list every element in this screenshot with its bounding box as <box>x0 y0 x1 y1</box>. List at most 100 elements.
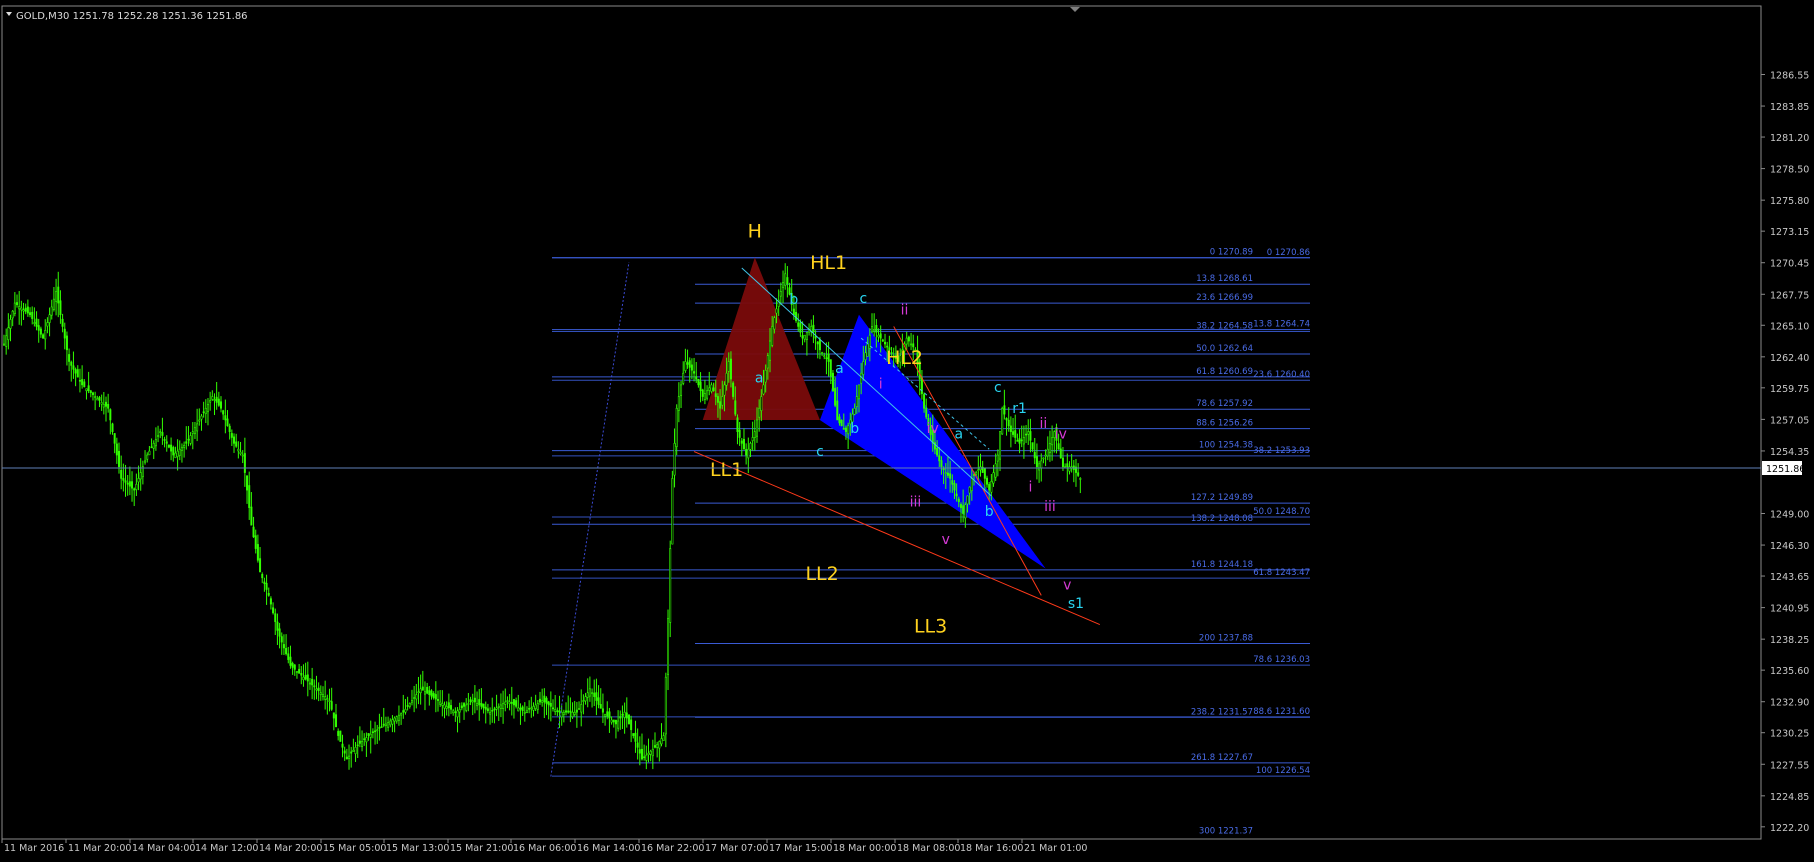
candle-body <box>944 472 947 474</box>
candle-body <box>940 460 943 468</box>
candle-body <box>729 358 732 380</box>
candle-body <box>736 417 739 432</box>
candle-body <box>664 676 667 735</box>
candle-body <box>321 694 324 697</box>
candle-body <box>306 674 309 682</box>
candle-body <box>697 378 700 386</box>
candle-body <box>115 443 118 456</box>
candle-body <box>1031 442 1034 450</box>
candle-body <box>48 314 51 323</box>
candle-body <box>413 697 416 699</box>
candle-body <box>276 621 279 631</box>
wave-label-s1: s1 <box>1068 596 1084 612</box>
candle-body <box>779 291 782 297</box>
candle-body <box>625 712 628 719</box>
candle-body <box>165 441 168 444</box>
candle-body <box>1020 439 1023 442</box>
candle-body <box>467 703 470 705</box>
fib-ext-label: 61.8 1243.47 <box>1253 568 1310 578</box>
candle-body <box>350 751 353 754</box>
candle-body <box>1042 457 1045 460</box>
candle-body <box>102 404 105 408</box>
candle-body <box>16 302 19 306</box>
candle-body <box>482 703 485 709</box>
candle-body <box>61 318 64 327</box>
candle-body <box>957 498 960 503</box>
candle-body <box>159 431 162 433</box>
candle-body <box>419 688 422 694</box>
time-tick-label: 17 Mar 15:00 <box>769 843 832 854</box>
candle-body <box>204 407 207 415</box>
candle-body <box>569 710 572 713</box>
candle-body <box>489 711 492 715</box>
candle-body <box>499 704 502 709</box>
candle-body <box>185 441 188 444</box>
candle-body <box>29 312 32 316</box>
candle-body <box>634 732 637 742</box>
candle-body <box>1044 454 1047 457</box>
candle-body <box>239 451 242 455</box>
time-tick-label: 16 Mar 14:00 <box>577 843 640 854</box>
candle-body <box>764 369 767 383</box>
wave-label-LL1: LL1 <box>710 459 743 481</box>
candle-body <box>523 711 526 714</box>
candle-body <box>714 393 717 397</box>
fib-level-label: 127.2 1249.89 <box>1191 493 1253 503</box>
price-tick-label: 1232.90 <box>1770 698 1809 709</box>
time-tick-label: 17 Mar 07:00 <box>705 843 768 854</box>
candle-body <box>742 439 745 450</box>
candle-body <box>363 738 366 740</box>
wave-label-iv1: iv <box>927 421 939 437</box>
candle-body <box>677 396 680 411</box>
candle-body <box>619 716 622 719</box>
candle-body <box>816 341 819 345</box>
price-tick-label: 1224.85 <box>1770 792 1809 803</box>
candle-body <box>70 361 73 366</box>
candle-body <box>452 710 455 714</box>
candle-body <box>562 711 565 715</box>
candle-body <box>170 444 173 452</box>
candle-body <box>745 449 748 456</box>
candle-body <box>495 707 498 710</box>
candle-body <box>699 381 702 392</box>
candle-body <box>285 648 288 655</box>
candle-body <box>252 526 255 538</box>
candle-body <box>100 402 103 405</box>
wave-label-b2: b <box>850 421 859 437</box>
candle-body <box>549 702 552 707</box>
candle-body <box>68 354 71 362</box>
candle-body <box>222 410 225 415</box>
price-tick-label: 1249.00 <box>1770 509 1809 520</box>
candle-body <box>988 484 991 491</box>
candle-body <box>528 707 531 710</box>
candle-body <box>573 711 576 715</box>
candle-body <box>211 396 214 400</box>
candle-body <box>456 710 459 718</box>
candle-body <box>417 691 420 694</box>
candle-body <box>786 277 789 285</box>
candle-body <box>339 730 342 742</box>
candle-body <box>311 678 314 686</box>
candle-body <box>580 704 583 713</box>
candle-body <box>799 322 802 333</box>
candle-body <box>287 653 290 660</box>
candle-body <box>1077 472 1080 476</box>
candle-body <box>345 756 348 760</box>
price-tick-label: 1254.35 <box>1770 447 1809 458</box>
candle-body <box>1038 463 1041 471</box>
wave-label-iii2: iii <box>1044 499 1056 515</box>
trading-chart[interactable]: GOLD,M30 1251.78 1252.28 1251.36 1251.86… <box>0 0 1814 858</box>
price-tick-label: 1227.55 <box>1770 760 1809 771</box>
candle-body <box>521 706 524 712</box>
candle-body <box>196 423 199 432</box>
candle-body <box>118 450 121 468</box>
price-tick-label: 1257.05 <box>1770 415 1809 426</box>
candle-body <box>601 708 604 713</box>
candle-body <box>178 448 181 456</box>
candle-body <box>330 701 333 710</box>
candle-body <box>20 307 23 311</box>
candle-body <box>315 688 318 691</box>
candle-body <box>484 706 487 710</box>
candle-body <box>758 407 761 418</box>
candle-body <box>443 704 446 709</box>
